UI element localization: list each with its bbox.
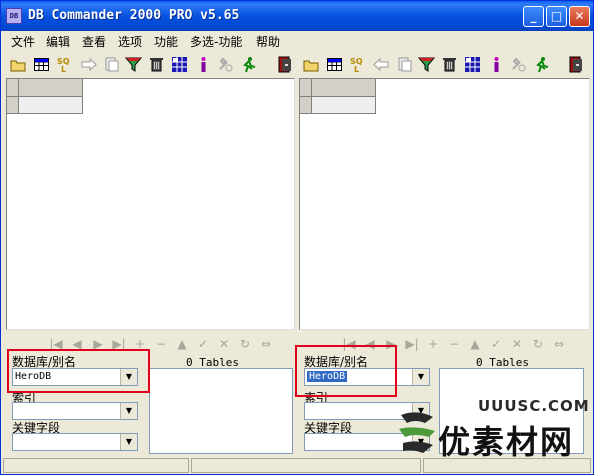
nav-button[interactable]: ↻ <box>528 335 548 353</box>
menu-file[interactable]: 文件 <box>11 33 35 50</box>
highlight-box <box>295 345 397 397</box>
app-window: DB DB Commander 2000 PRO v5.65 _ □ ✕ 文件 … <box>0 0 594 475</box>
open-folder-icon[interactable] <box>10 56 27 73</box>
filter-icon[interactable] <box>418 56 435 73</box>
menu-bar: 文件 编辑 查看 选项 功能 多选-功能 帮助 <box>1 31 593 51</box>
sql-icon[interactable]: SQ L <box>57 56 74 73</box>
filter-icon[interactable] <box>125 56 142 73</box>
window-title: DB Commander 2000 PRO v5.65 <box>28 8 240 23</box>
run-icon[interactable] <box>240 56 257 73</box>
exit-icon[interactable] <box>277 56 294 73</box>
delete-icon[interactable] <box>441 56 458 73</box>
tables-list[interactable] <box>149 368 293 454</box>
svg-text:L: L <box>61 65 66 73</box>
delete-icon[interactable] <box>148 56 165 73</box>
watermark-url: UUUSC.COM <box>478 397 590 415</box>
table-icon[interactable] <box>326 56 343 73</box>
table-icon[interactable] <box>33 56 50 73</box>
status-panel <box>3 458 189 473</box>
left-table-grid[interactable] <box>6 78 295 330</box>
grid-icon[interactable] <box>171 56 188 73</box>
title-bar[interactable]: DB DB Commander 2000 PRO v5.65 _ □ ✕ <box>1 1 593 31</box>
watermark: UUUSC.COM 优素材网 <box>393 395 591 461</box>
nav-button[interactable]: ✓ <box>486 335 506 353</box>
status-panel <box>191 458 421 473</box>
dropdown-arrow-icon[interactable]: ▼ <box>412 369 429 385</box>
info-icon[interactable] <box>488 56 505 73</box>
left-connection-panel: |◀ ◀ ▶ ▶| + − ▲ ✓ ✕ ↻ ⇔ 数据库/别名 0 Tables HeroDB ▼ 索… <box>6 331 295 456</box>
nav-button[interactable]: ⇔ <box>549 335 569 353</box>
nav-button[interactable]: ↻ <box>235 335 255 353</box>
minimize-button[interactable]: _ <box>523 6 544 27</box>
menu-help[interactable]: 帮助 <box>256 33 280 50</box>
copy-icon[interactable] <box>396 56 413 73</box>
grid-icon[interactable] <box>464 56 481 73</box>
menu-functions[interactable]: 功能 <box>154 33 178 50</box>
menu-edit[interactable]: 编辑 <box>46 33 70 50</box>
grid-corner-cell <box>7 79 19 97</box>
copy-icon[interactable] <box>103 56 120 73</box>
nav-button[interactable]: ✕ <box>507 335 527 353</box>
nav-button[interactable]: − <box>151 335 171 353</box>
svg-text:L: L <box>354 65 359 73</box>
nav-button[interactable]: ⇔ <box>256 335 276 353</box>
open-folder-icon[interactable] <box>303 56 320 73</box>
right-toolbar: SQ L <box>300 53 592 77</box>
nav-button[interactable]: ▲ <box>172 335 192 353</box>
nav-button[interactable]: ✓ <box>193 335 213 353</box>
menu-options[interactable]: 选项 <box>118 33 142 50</box>
menu-view[interactable]: 查看 <box>82 33 106 50</box>
right-table-grid[interactable] <box>299 78 590 330</box>
arrow-left-icon[interactable] <box>373 56 390 73</box>
nav-button[interactable]: ▲ <box>465 335 485 353</box>
app-logo-icon: DB <box>6 8 22 24</box>
arrow-right-icon[interactable] <box>80 56 97 73</box>
nav-button[interactable]: ▶| <box>402 335 422 353</box>
maximize-button[interactable]: □ <box>546 6 567 27</box>
tools-icon[interactable] <box>510 56 527 73</box>
grid-data-cell[interactable] <box>19 97 83 114</box>
left-toolbar: SQ L <box>7 53 297 77</box>
key-field-select[interactable]: ▼ <box>12 433 138 451</box>
grid-data-cell[interactable] <box>312 97 376 114</box>
run-icon[interactable] <box>533 56 550 73</box>
grid-header-cell[interactable] <box>19 79 83 97</box>
nav-button[interactable]: + <box>423 335 443 353</box>
index-select[interactable]: ▼ <box>12 402 138 420</box>
sql-icon[interactable]: SQ L <box>350 56 367 73</box>
grid-row-indicator <box>7 97 19 114</box>
nav-button[interactable]: − <box>444 335 464 353</box>
exit-icon[interactable] <box>568 56 585 73</box>
close-button[interactable]: ✕ <box>569 6 590 27</box>
watermark-logo-icon <box>399 412 435 453</box>
dropdown-arrow-icon[interactable]: ▼ <box>120 434 137 450</box>
dropdown-arrow-icon[interactable]: ▼ <box>120 403 137 419</box>
info-icon[interactable] <box>195 56 212 73</box>
nav-button[interactable]: ✕ <box>214 335 234 353</box>
highlight-box <box>7 349 150 393</box>
grid-row-indicator <box>300 97 312 114</box>
grid-header-cell[interactable] <box>312 79 376 97</box>
watermark-text: 优素材网 <box>438 423 575 461</box>
menu-multiselect-functions[interactable]: 多选-功能 <box>190 33 242 50</box>
tools-icon[interactable] <box>217 56 234 73</box>
grid-corner-cell <box>300 79 312 97</box>
